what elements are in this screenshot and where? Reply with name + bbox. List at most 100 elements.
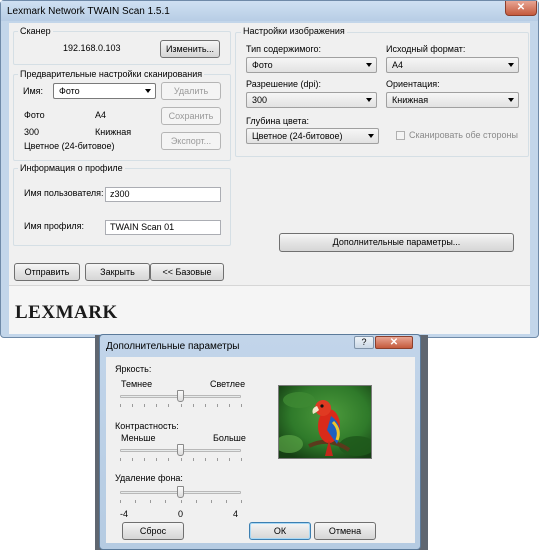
contrast-slider-thumb[interactable] [177, 444, 184, 456]
color-depth-label: Глубина цвета: [246, 116, 309, 126]
save-preset-button[interactable]: Сохранить [161, 107, 221, 125]
summary-content: Фото [24, 110, 45, 120]
slider-tick [156, 404, 158, 407]
background-removal-mid: 0 [178, 509, 184, 519]
preview-image [278, 385, 372, 459]
brightness-max-label: Светлее [210, 379, 246, 389]
preset-name-label: Имя: [23, 86, 44, 96]
title-bar[interactable]: Lexmark Network TWAIN Scan 1.5.1 [1, 1, 538, 21]
export-preset-button[interactable]: Экспорт... [161, 132, 221, 150]
basic-mode-button[interactable]: << Базовые [150, 263, 224, 281]
summary-resolution: 300 [24, 127, 40, 137]
scanner-address: 192.168.0.103 [63, 43, 121, 53]
slider-tick [204, 458, 206, 461]
slider-tick [225, 500, 227, 503]
brightness-label: Яркость: [115, 364, 152, 374]
chevron-down-icon [508, 63, 514, 67]
chevron-down-icon [366, 63, 372, 67]
username-field[interactable]: z300 [105, 187, 221, 202]
slider-tick [241, 404, 242, 407]
preset-name-dropdown[interactable]: Фото [53, 83, 156, 99]
dialog-close-icon[interactable]: ✕ [375, 336, 413, 349]
presets-group-label: Предварительные настройки сканирования [18, 69, 205, 79]
contrast-label: Контрастность: [115, 421, 179, 431]
footer-band: LEXMARK [9, 285, 530, 334]
brightness-slider-thumb[interactable] [177, 390, 184, 402]
profile-group-label: Информация о профиле [18, 163, 125, 173]
scanner-group-label: Сканер [18, 26, 53, 36]
slider-tick [168, 458, 170, 461]
content-type-dropdown[interactable]: Фото [246, 57, 377, 73]
slider-tick [150, 500, 152, 503]
slider-tick [120, 404, 121, 407]
slider-tick [192, 458, 194, 461]
slider-tick [216, 458, 218, 461]
slider-tick [228, 404, 230, 407]
slider-tick [228, 458, 230, 461]
dialog-title: Дополнительные параметры [106, 341, 240, 352]
brightness-min-label: Темнее [121, 379, 153, 389]
original-format-dropdown[interactable]: A4 [386, 57, 519, 73]
original-format-value: A4 [392, 60, 404, 70]
slider-tick [180, 458, 182, 461]
slider-tick [156, 458, 158, 461]
profile-name-label: Имя профиля: [24, 221, 84, 231]
background-removal-min: -4 [120, 509, 129, 519]
slider-tick [180, 500, 182, 503]
background-removal-slider-thumb[interactable] [177, 486, 184, 498]
orientation-label: Ориентация: [386, 79, 440, 89]
preset-name-value: Фото [59, 86, 80, 96]
slider-tick [216, 404, 218, 407]
send-button[interactable]: Отправить [14, 263, 80, 281]
change-scanner-button[interactable]: Изменить... [160, 40, 220, 58]
reset-button[interactable]: Сброс [122, 522, 184, 540]
help-icon[interactable]: ? [354, 336, 374, 349]
cancel-button[interactable]: Отмена [314, 522, 376, 540]
image-settings-group-label: Настройки изображения [241, 26, 347, 36]
slider-tick [210, 500, 212, 503]
chevron-down-icon [366, 98, 372, 102]
orientation-value: Книжная [392, 95, 429, 105]
chevron-down-icon [368, 134, 374, 138]
slider-tick [180, 404, 182, 407]
slider-tick [135, 500, 137, 503]
slider-tick [120, 458, 121, 461]
slider-tick [120, 500, 121, 503]
duplex-label: Сканировать обе стороны [409, 130, 518, 140]
background-removal-max: 4 [233, 509, 239, 519]
duplex-checkbox[interactable] [396, 131, 405, 140]
advanced-settings-button[interactable]: Дополнительные параметры... [279, 233, 514, 252]
delete-preset-button[interactable]: Удалить [161, 82, 221, 100]
close-button[interactable]: Закрыть [85, 263, 150, 281]
resolution-label: Разрешение (dpi): [246, 79, 321, 89]
color-depth-dropdown[interactable]: Цветное (24-битовое) [246, 128, 379, 144]
ok-button[interactable]: ОК [249, 522, 311, 540]
close-icon[interactable]: ✕ [505, 1, 537, 16]
parrot-preview-icon [279, 386, 371, 458]
slider-tick [195, 500, 197, 503]
slider-tick [204, 404, 206, 407]
dialog-client-area: Яркость: Темнее Светлее Контрастность: М… [106, 357, 415, 543]
background-removal-label: Удаление фона: [115, 473, 183, 483]
content-type-value: Фото [252, 60, 273, 70]
window-title: Lexmark Network TWAIN Scan 1.5.1 [7, 6, 170, 17]
orientation-dropdown[interactable]: Книжная [386, 92, 519, 108]
slider-tick [168, 404, 170, 407]
lexmark-logo: LEXMARK [15, 302, 118, 323]
color-depth-value: Цветное (24-битовое) [252, 131, 343, 141]
slider-tick [144, 458, 146, 461]
resolution-value: 300 [252, 95, 268, 105]
slider-tick [144, 404, 146, 407]
summary-format: A4 [95, 110, 107, 120]
main-window: Lexmark Network TWAIN Scan 1.5.1 ✕ Скане… [0, 0, 539, 338]
chevron-down-icon [508, 98, 514, 102]
contrast-max-label: Больше [213, 433, 246, 443]
original-format-label: Исходный формат: [386, 44, 466, 54]
slider-tick [132, 404, 134, 407]
main-client-area: Сканер 192.168.0.103 Изменить... Предвар… [9, 23, 530, 285]
slider-tick [132, 458, 134, 461]
profile-name-field[interactable]: TWAIN Scan 01 [105, 220, 221, 235]
chevron-down-icon [145, 89, 151, 93]
summary-color: Цветное (24-битовое) [24, 141, 115, 151]
resolution-dropdown[interactable]: 300 [246, 92, 377, 108]
